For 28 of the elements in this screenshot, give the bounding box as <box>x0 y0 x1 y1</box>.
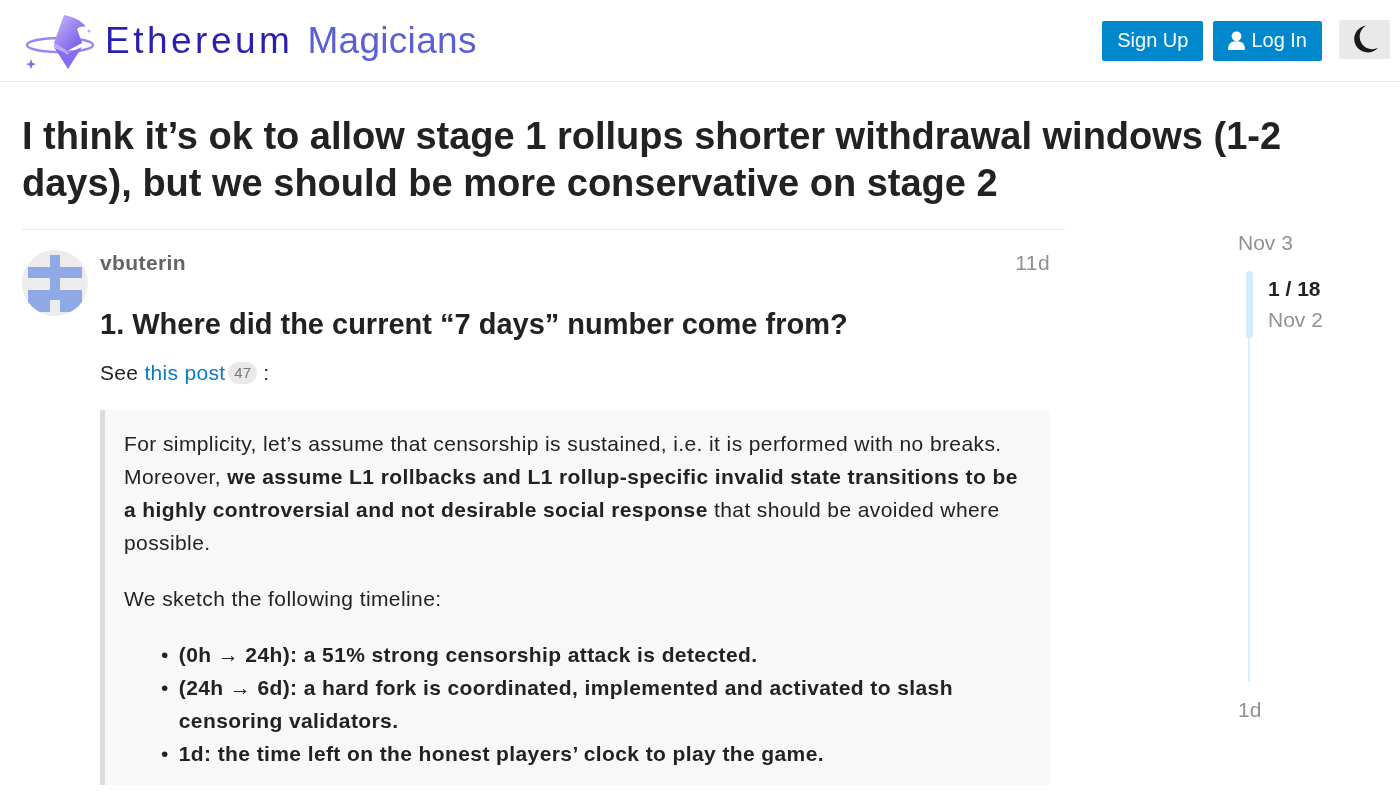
moon-icon <box>1351 25 1378 54</box>
list-item: 1d: the time left on the honest players’ clock to play the game. <box>178 741 824 767</box>
list-bullet: • <box>161 642 169 668</box>
timeline-handle[interactable] <box>1246 271 1253 338</box>
timeline-track[interactable] <box>1246 271 1253 682</box>
post-link[interactable]: this post <box>144 361 226 384</box>
list-item: (0h → 24h): a 51% strong censorship attack is detected. <box>178 642 758 668</box>
list-bullet: • <box>161 675 169 701</box>
timeline-end-date[interactable]: 1d <box>1238 698 1323 722</box>
user-avatar[interactable] <box>22 250 88 316</box>
quote-paragraph: We sketch the following timeline: <box>124 586 443 612</box>
post-date: Nov 2 <box>1268 308 1323 332</box>
post-age: 11d <box>1015 250 1050 276</box>
username[interactable]: vbuterin <box>100 250 187 276</box>
user-icon <box>1228 31 1246 50</box>
theme-toggle-button[interactable] <box>1339 20 1390 59</box>
list-bullet: • <box>161 741 169 767</box>
click-count-badge: 47 <box>228 362 257 384</box>
intro-sentence: See this post 47 : <box>100 360 271 386</box>
post-heading: 1. Where did the current “7 days” number come from? <box>100 307 849 341</box>
post-position: 1 / 18 <box>1268 277 1322 301</box>
timeline-start-date[interactable]: Nov 3 <box>1238 231 1323 255</box>
list-item: (24h → 6d): a hard fork is coordinated, implemented and activated to slash censoring validators. <box>178 675 954 734</box>
log-in-button[interactable]: Log In <box>1213 20 1322 61</box>
sign-up-button[interactable]: Sign Up <box>1102 20 1204 61</box>
site-name[interactable]: Ethereum Magicians <box>105 18 477 63</box>
topic-title: I think it’s ok to allow stage 1 rollups shorter withdrawal windows (1-2 days), but we should be more conservative on stage 2 <box>22 114 1283 206</box>
quote-paragraph: For simplicity, let’s assume that censorship is sustained, i.e. it is performed with no breaks. Moreover, we assume L1 rollbacks and L1 rollup-specific invalid state transitions to be a highly controversial and not desirable social response that should be avoided where possible. <box>124 431 1019 556</box>
